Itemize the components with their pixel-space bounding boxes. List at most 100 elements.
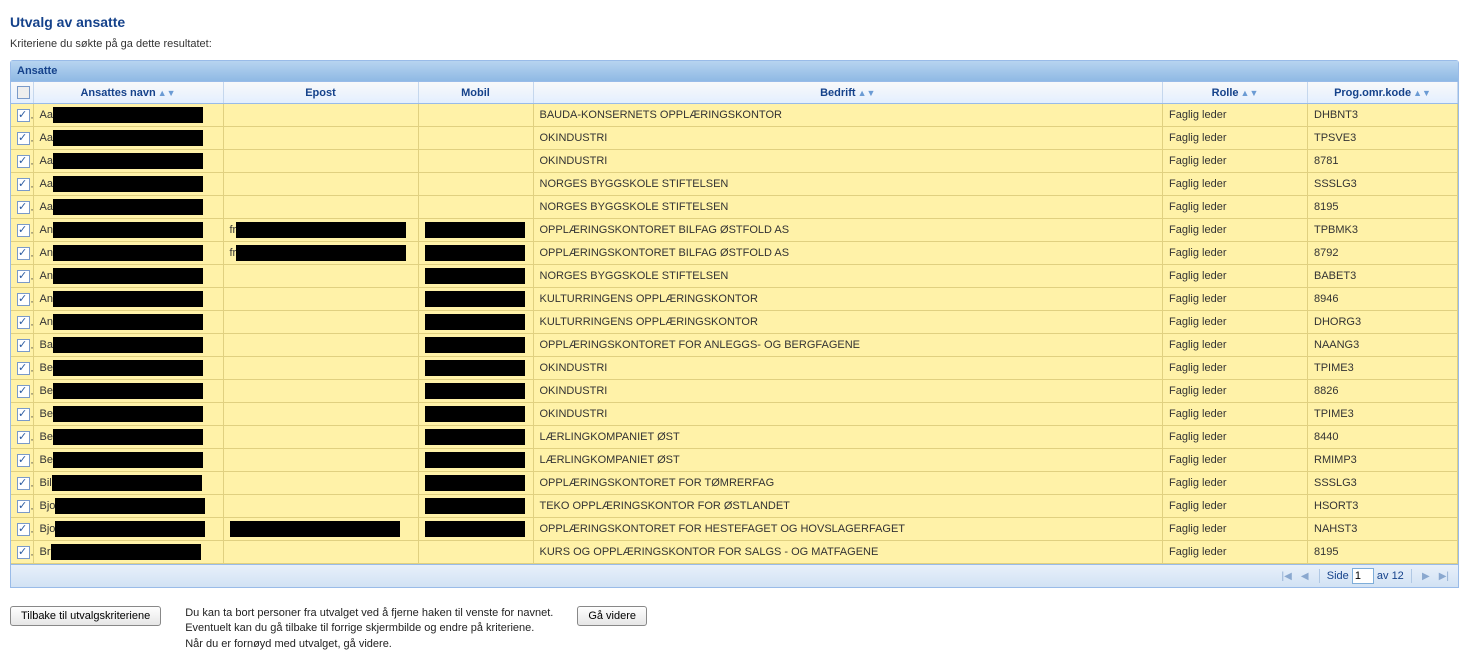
redacted-block [425, 498, 525, 514]
header-role-label: Rolle [1212, 87, 1239, 99]
checkbox-icon[interactable] [17, 86, 30, 99]
cell-role: Faglig leder [1163, 472, 1308, 495]
table-row[interactable]: AaBAUDA-KONSERNETS OPPLÆRINGSKONTORFagli… [11, 104, 1458, 127]
table-row[interactable]: BeLÆRLINGKOMPANIET ØSTFaglig leder8440 [11, 426, 1458, 449]
row-checkbox[interactable] [17, 293, 30, 306]
pager-prev-icon[interactable]: ◀ [1298, 571, 1312, 582]
cell-company: OKINDUSTRI [533, 127, 1163, 150]
row-checkbox[interactable] [17, 362, 30, 375]
row-checkbox[interactable] [17, 546, 30, 559]
row-checkbox[interactable] [17, 500, 30, 513]
next-button[interactable]: Gå videre [577, 606, 647, 626]
cell-email [223, 541, 418, 564]
name-prefix: An [40, 270, 53, 282]
cell-mobile [418, 127, 533, 150]
cell-email [223, 426, 418, 449]
table-row[interactable]: BeLÆRLINGKOMPANIET ØSTFaglig lederRMIMP3 [11, 449, 1458, 472]
cell-mobile [418, 380, 533, 403]
row-checkbox[interactable] [17, 477, 30, 490]
header-company[interactable]: Bedrift▲▼ [533, 82, 1163, 104]
table-row[interactable]: BaOPPLÆRINGSKONTORET FOR ANLEGGS- OG BER… [11, 334, 1458, 357]
table-row[interactable]: AnfrOPPLÆRINGSKONTORET BILFAG ØSTFOLD AS… [11, 242, 1458, 265]
row-checkbox[interactable] [17, 431, 30, 444]
cell-email [223, 127, 418, 150]
header-name-label: Ansattes navn [80, 87, 155, 99]
help-line-3: Når du er fornøyd med utvalget, gå vider… [185, 637, 553, 652]
pager-first-icon[interactable]: |◀ [1279, 571, 1295, 582]
name-prefix: Aa [40, 201, 53, 213]
header-email[interactable]: Epost [223, 82, 418, 104]
row-checkbox[interactable] [17, 155, 30, 168]
row-checkbox[interactable] [17, 201, 30, 214]
row-checkbox[interactable] [17, 454, 30, 467]
table-row[interactable]: AaNORGES BYGGSKOLE STIFTELSENFaglig lede… [11, 173, 1458, 196]
header-name[interactable]: Ansattes navn▲▼ [33, 82, 223, 104]
cell-name: An [33, 265, 223, 288]
header-role[interactable]: Rolle▲▼ [1163, 82, 1308, 104]
redacted-block [53, 360, 203, 376]
row-checkbox[interactable] [17, 247, 30, 260]
table-row[interactable]: BeOKINDUSTRIFaglig leder8826 [11, 380, 1458, 403]
table-row[interactable]: AnKULTURRINGENS OPPLÆRINGSKONTORFaglig l… [11, 288, 1458, 311]
row-checkbox[interactable] [17, 178, 30, 191]
pager-next-icon[interactable]: ▶ [1419, 571, 1433, 582]
table-row[interactable]: BeOKINDUSTRIFaglig lederTPIME3 [11, 357, 1458, 380]
table-row[interactable]: AnfrOPPLÆRINGSKONTORET BILFAG ØSTFOLD AS… [11, 219, 1458, 242]
redacted-block [425, 268, 525, 284]
name-prefix: An [40, 247, 53, 259]
cell-email [223, 288, 418, 311]
table-row[interactable]: BilOPPLÆRINGSKONTORET FOR TØMRERFAGFagli… [11, 472, 1458, 495]
redacted-block [236, 222, 406, 238]
table-row[interactable]: AaOKINDUSTRIFaglig leder8781 [11, 150, 1458, 173]
cell-company: KULTURRINGENS OPPLÆRINGSKONTOR [533, 311, 1163, 334]
header-mobile-label: Mobil [461, 87, 490, 99]
cell-mobile [418, 150, 533, 173]
row-checkbox[interactable] [17, 385, 30, 398]
pager-page-input[interactable] [1352, 568, 1374, 584]
row-checkbox[interactable] [17, 224, 30, 237]
redacted-block [425, 337, 525, 353]
cell-name: Aa [33, 196, 223, 219]
redacted-block [53, 199, 203, 215]
row-checkbox[interactable] [17, 523, 30, 536]
table-row[interactable]: AaOKINDUSTRIFaglig lederTPSVE3 [11, 127, 1458, 150]
cell-code: RMIMP3 [1308, 449, 1458, 472]
cell-name: Be [33, 357, 223, 380]
pager-last-icon[interactable]: ▶| [1436, 571, 1452, 582]
redacted-block [425, 383, 525, 399]
name-prefix: Be [40, 408, 53, 420]
table-row[interactable]: BjoTEKO OPPLÆRINGSKONTOR FOR ØSTLANDETFa… [11, 495, 1458, 518]
row-checkbox[interactable] [17, 109, 30, 122]
name-prefix: Br [40, 546, 51, 558]
back-button[interactable]: Tilbake til utvalgskriteriene [10, 606, 161, 626]
name-prefix: Bjo [40, 500, 56, 512]
table-row[interactable]: BjoOPPLÆRINGSKONTORET FOR HESTEFAGET OG … [11, 518, 1458, 541]
row-checkbox[interactable] [17, 316, 30, 329]
header-code[interactable]: Prog.omr.kode▲▼ [1308, 82, 1458, 104]
cell-company: OKINDUSTRI [533, 403, 1163, 426]
cell-code: 8195 [1308, 196, 1458, 219]
cell-mobile [418, 334, 533, 357]
cell-company: KULTURRINGENS OPPLÆRINGSKONTOR [533, 288, 1163, 311]
redacted-block [55, 498, 205, 514]
cell-company: OPPLÆRINGSKONTORET BILFAG ØSTFOLD AS [533, 242, 1163, 265]
cell-mobile [418, 518, 533, 541]
table-row[interactable]: AnKULTURRINGENS OPPLÆRINGSKONTORFaglig l… [11, 311, 1458, 334]
table-row[interactable]: AnNORGES BYGGSKOLE STIFTELSENFaglig lede… [11, 265, 1458, 288]
row-checkbox[interactable] [17, 270, 30, 283]
header-mobile[interactable]: Mobil [418, 82, 533, 104]
cell-mobile [418, 426, 533, 449]
table-row[interactable]: AaNORGES BYGGSKOLE STIFTELSENFaglig lede… [11, 196, 1458, 219]
redacted-block [53, 130, 203, 146]
name-prefix: Bjo [40, 523, 56, 535]
table-row[interactable]: BrKURS OG OPPLÆRINGSKONTOR FOR SALGS - O… [11, 541, 1458, 564]
row-checkbox[interactable] [17, 408, 30, 421]
table-row[interactable]: BeOKINDUSTRIFaglig lederTPIME3 [11, 403, 1458, 426]
sort-icon: ▲▼ [1241, 88, 1259, 98]
help-line-2: Eventuelt kan du gå tilbake til forrige … [185, 621, 553, 636]
cell-code: HSORT3 [1308, 495, 1458, 518]
row-checkbox[interactable] [17, 132, 30, 145]
header-select-all[interactable] [11, 82, 33, 104]
cell-code: DHBNT3 [1308, 104, 1458, 127]
row-checkbox[interactable] [17, 339, 30, 352]
